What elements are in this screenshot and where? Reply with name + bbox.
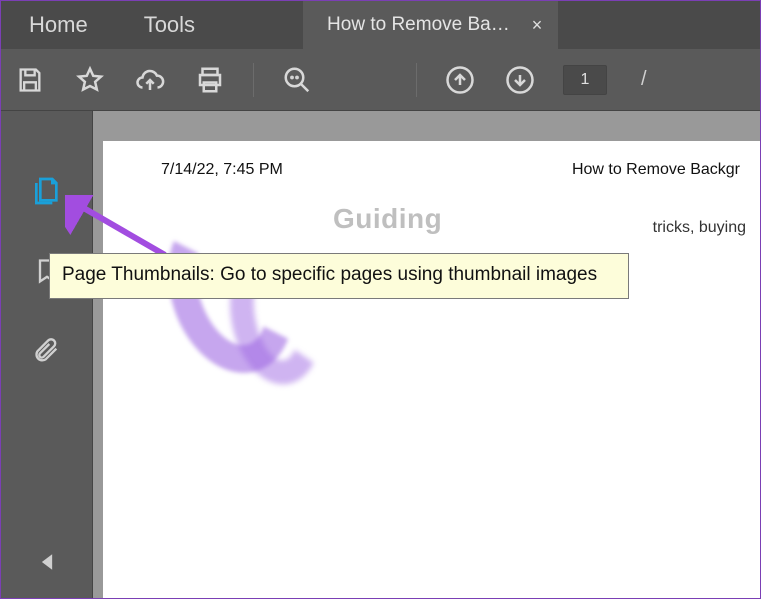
tab-tools[interactable]: Tools — [116, 1, 223, 49]
tab-bar: Home Tools How to Remove Ba… × — [1, 1, 760, 49]
print-icon[interactable] — [193, 63, 227, 97]
toolbar: 1 / — [1, 49, 760, 111]
tagline-text: tricks, buying — [653, 219, 746, 237]
logo-graphic — [161, 195, 321, 405]
collapse-panel-icon[interactable] — [39, 553, 55, 576]
page-down-icon[interactable] — [503, 63, 537, 97]
close-tab-button[interactable]: × — [528, 13, 547, 38]
side-panel — [1, 111, 93, 598]
attachment-icon[interactable] — [29, 333, 65, 369]
toolbar-separator — [416, 63, 417, 97]
page-up-icon[interactable] — [443, 63, 477, 97]
page-number-input[interactable]: 1 — [563, 65, 607, 95]
search-icon[interactable] — [280, 63, 314, 97]
tab-document-title: How to Remove Ba… — [327, 14, 510, 36]
logo-text: Guiding — [333, 203, 442, 235]
toolbar-separator — [253, 63, 254, 97]
tab-home[interactable]: Home — [1, 1, 116, 49]
tab-document[interactable]: How to Remove Ba… × — [303, 1, 558, 49]
page-timestamp: 7/14/22, 7:45 PM — [161, 161, 283, 179]
document-viewport[interactable]: 7/14/22, 7:45 PM How to Remove Backgr Gu… — [93, 111, 760, 598]
thumbnails-tooltip: Page Thumbnails: Go to specific pages us… — [49, 253, 629, 299]
page-separator: / — [641, 68, 647, 91]
thumbnails-icon[interactable] — [29, 173, 65, 209]
star-icon[interactable] — [73, 63, 107, 97]
cloud-upload-icon[interactable] — [133, 63, 167, 97]
page-header-right: How to Remove Backgr — [572, 161, 740, 179]
save-icon[interactable] — [13, 63, 47, 97]
document-page: 7/14/22, 7:45 PM How to Remove Backgr Gu… — [103, 141, 760, 598]
